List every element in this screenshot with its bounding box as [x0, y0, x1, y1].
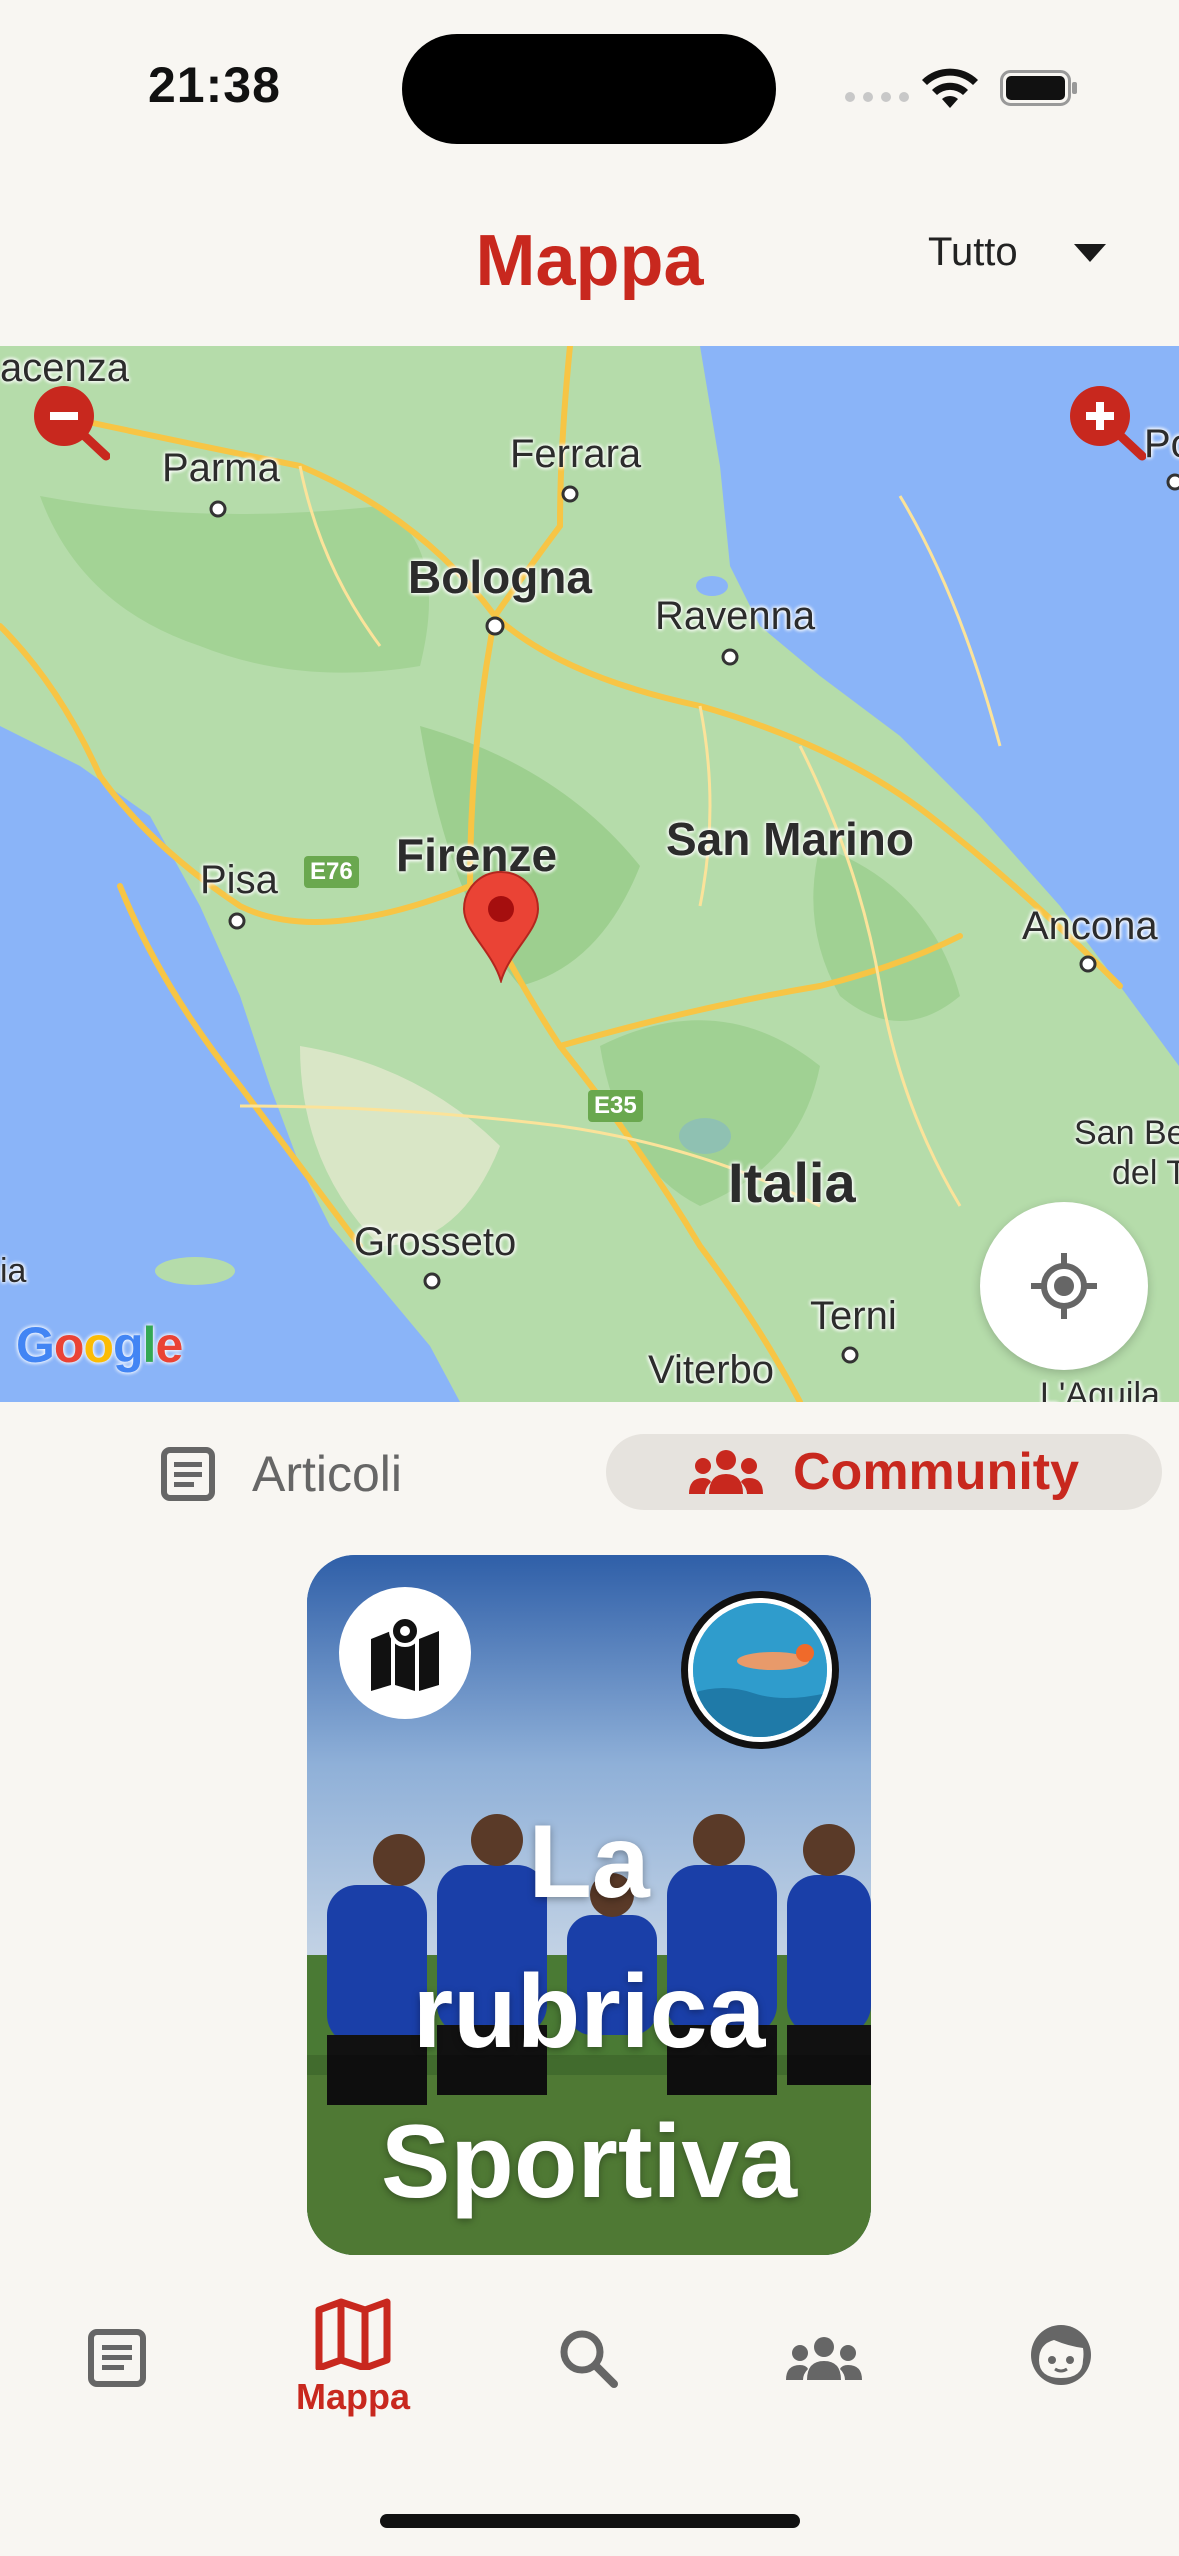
map-label-grosseto: Grosseto — [354, 1220, 517, 1264]
map-view[interactable]: acenza Parma Ferrara Bologna Ravenna Fir… — [0, 346, 1179, 1402]
map-label-san-benedetto: San Be — [1074, 1114, 1179, 1152]
map-label-aquila: L'Aquila — [1040, 1376, 1160, 1402]
cellular-signal-icon — [845, 92, 909, 102]
home-indicator — [380, 2514, 800, 2528]
chevron-down-icon — [1073, 243, 1106, 262]
nav-item-mappa[interactable]: Mappa — [273, 2298, 433, 2418]
card-title-line-3: Sportiva — [380, 2104, 798, 2220]
community-card[interactable]: La rubrica Sportiva — [307, 1555, 871, 2255]
nav-item-search[interactable] — [508, 2326, 668, 2390]
wifi-icon — [922, 68, 978, 108]
profile-icon — [1031, 2325, 1091, 2385]
map-label-viterbo: Viterbo — [648, 1348, 775, 1392]
map-icon — [315, 2298, 391, 2370]
card-map-badge — [339, 1587, 471, 1719]
zoom-in-icon[interactable] — [1066, 382, 1146, 462]
articles-icon — [88, 2329, 146, 2387]
status-time: 21:38 — [148, 57, 281, 113]
filter-dropdown[interactable]: Tutto — [928, 230, 1106, 275]
map-label-ancona: Ancona — [1022, 904, 1158, 948]
google-attribution: Google — [16, 1317, 183, 1373]
road-shield-e35: E35 — [588, 1090, 643, 1122]
bottom-nav: Mappa — [0, 2268, 1179, 2556]
map-pin-icon — [371, 1615, 439, 1691]
segment-community-label: Community — [793, 1443, 1079, 1501]
community-icon — [786, 2337, 862, 2380]
zoom-out-icon[interactable] — [30, 382, 110, 462]
map-label-ravenna: Ravenna — [655, 594, 816, 638]
nav-item-profile[interactable] — [981, 2322, 1141, 2388]
map-label-pisa: Pisa — [200, 858, 278, 902]
map-label-parma: Parma — [162, 446, 280, 490]
segment-articoli[interactable]: Articoli — [160, 1436, 402, 1512]
location-pin-icon[interactable] — [462, 871, 540, 983]
card-title-line-1: La — [528, 1804, 650, 1920]
road-shield-e76: E76 — [304, 856, 359, 888]
article-icon — [161, 1447, 215, 1501]
map-label-san-marino: San Marino — [666, 813, 914, 865]
map-label-bologna: Bologna — [408, 551, 592, 603]
segment-articoli-label: Articoli — [252, 1446, 403, 1502]
card-title-line-2: rubrica — [412, 1954, 766, 2070]
map-label-terni: Terni — [810, 1294, 897, 1338]
my-location-button[interactable] — [980, 1202, 1148, 1370]
map-label-italia: Italia — [728, 1151, 856, 1214]
nav-label-mappa: Mappa — [295, 2376, 410, 2417]
nav-item-community[interactable] — [744, 2336, 904, 2382]
map-label-edge-west: ia — [0, 1252, 27, 1290]
map-label-ferrara: Ferrara — [510, 432, 642, 476]
swimmer-image — [693, 1603, 827, 1737]
map-label-edge-east: Po — [1144, 422, 1179, 466]
search-icon — [560, 2330, 618, 2388]
community-icon — [689, 1450, 763, 1494]
map-label-del-tronto: del T — [1112, 1154, 1179, 1192]
segment-community[interactable]: Community — [606, 1434, 1162, 1510]
card-author-avatar — [681, 1591, 839, 1749]
card-title: La rubrica Sportiva — [307, 1787, 871, 2237]
dynamic-island — [402, 34, 776, 144]
battery-icon — [1000, 70, 1077, 106]
crosshair-icon — [1031, 1253, 1097, 1319]
filter-label: Tutto — [928, 230, 1018, 274]
nav-item-articoli[interactable] — [37, 2328, 197, 2388]
screen: 21:38 Mappa Tutto acenza Parma Ferrara B… — [0, 0, 1179, 2556]
